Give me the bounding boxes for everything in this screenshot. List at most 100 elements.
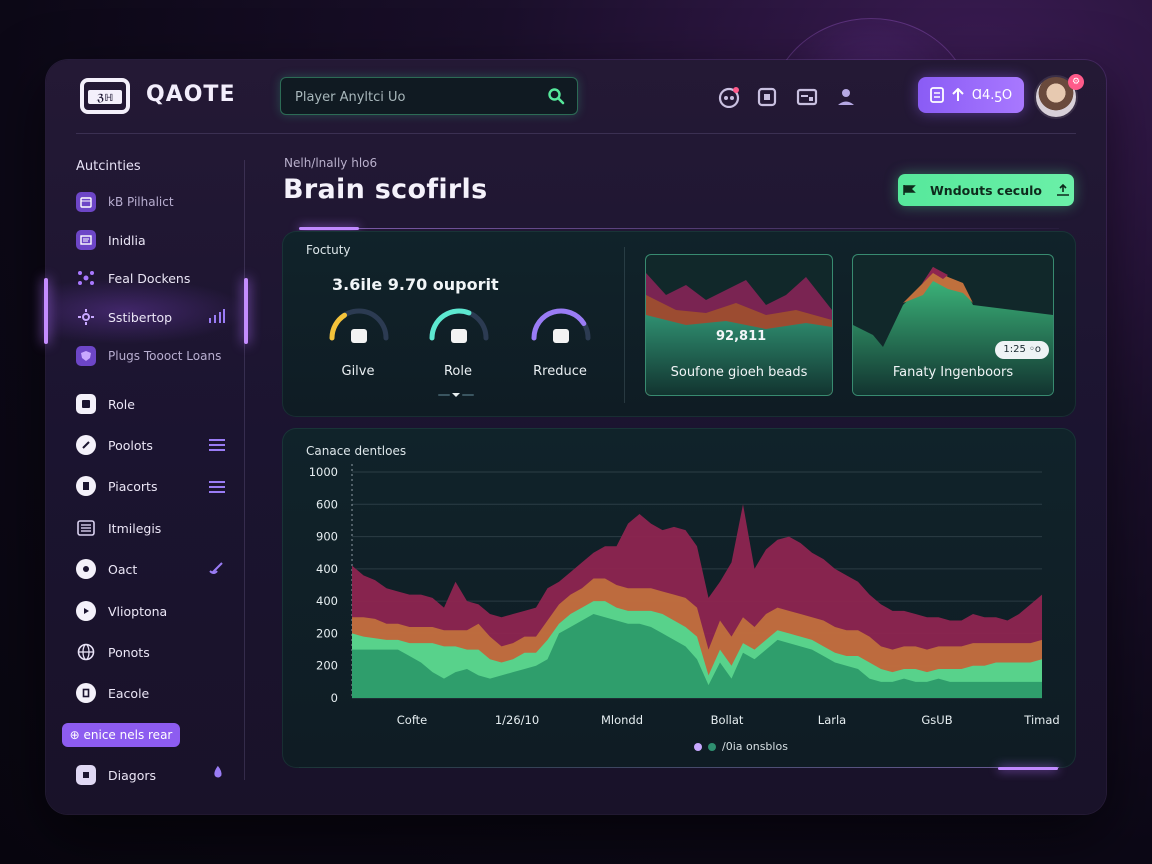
footer-accent	[998, 767, 1058, 770]
sidebar-item-role[interactable]: Role	[76, 394, 135, 414]
link-icon[interactable]	[208, 561, 226, 575]
gauge-reduce	[531, 308, 591, 343]
x-tick-label: Cofte	[397, 713, 428, 727]
search-icon[interactable]	[547, 87, 565, 105]
sidebar-pill-button[interactable]: ⊕ enice nels rear	[62, 723, 180, 747]
mini-card-right[interactable]: 1:25 ◦o Fanaty Ingenboors	[852, 254, 1054, 396]
gauge-icon	[553, 329, 569, 343]
sidebar-item-oact[interactable]: Oact	[76, 559, 137, 579]
sidebar-item-label: Inidlia	[108, 232, 146, 248]
document-icon	[76, 230, 96, 250]
y-tick-label: 400	[316, 562, 338, 576]
sidebar-item-ponots[interactable]: Ponots	[76, 642, 150, 662]
legend-dot	[694, 742, 702, 751]
primary-action-button[interactable]: Wndouts ceculo	[898, 174, 1074, 206]
sidebar-item-label: Vlioptona	[108, 603, 168, 619]
sidebar-item-piacorts[interactable]: Piacorts	[76, 476, 157, 496]
menu-icon[interactable]	[208, 438, 226, 452]
export-icon	[1056, 184, 1069, 196]
y-tick-label: 600	[316, 497, 338, 511]
summary-card: Foctuty 3.6ile 9.70 ouporit Gilve Role R…	[282, 231, 1076, 417]
gamepad-icon[interactable]	[718, 86, 740, 108]
mini-card-left[interactable]: 92,811 Soufone gioeh beads	[645, 254, 833, 396]
sidebar-item-label: Oact	[108, 561, 138, 577]
globe-icon	[76, 642, 96, 662]
sidebar-divider	[244, 160, 245, 780]
time-chip: 1:25 ◦o	[995, 341, 1049, 359]
gauge-icon	[451, 329, 467, 343]
title-divider	[299, 228, 1059, 229]
sidebar-title: Autcinties	[76, 159, 141, 174]
bar-chart-icon	[209, 309, 225, 323]
header-divider	[76, 133, 1076, 134]
sidebar-item-feal-dockens[interactable]: Feal Dockens	[76, 268, 190, 288]
sidebar-item-label: Diagors	[108, 767, 156, 783]
primary-action-label: Wndouts ceculo	[930, 182, 1042, 198]
tablet-icon[interactable]	[756, 86, 778, 108]
sidebar-item-label: Sstibertop	[108, 309, 173, 325]
search-box[interactable]	[280, 77, 578, 116]
e-icon	[76, 683, 96, 703]
user-icon[interactable]	[835, 86, 857, 108]
sidebar-item-vlioptona[interactable]: Vlioptona	[76, 601, 167, 621]
sidebar-item-label: Piacorts	[108, 478, 158, 494]
network-icon	[76, 268, 96, 288]
y-tick-label: 0	[331, 691, 338, 705]
sidebar-item-label: Ponots	[108, 644, 150, 660]
y-tick-label: 400	[316, 594, 338, 608]
logo-text: ℨℍ	[96, 93, 114, 104]
x-tick-label: Timad	[1023, 713, 1059, 727]
sidebar-item-kb[interactable]: kB Pilhalict	[76, 192, 174, 212]
box-icon	[76, 394, 96, 414]
brand-name: QAOTE	[146, 82, 236, 107]
sidebar-item-eacole[interactable]: Eacole	[76, 683, 149, 703]
drop-icon[interactable]	[208, 765, 226, 779]
gauge-label: Gilve	[341, 364, 375, 379]
carousel-dots[interactable]	[436, 391, 476, 399]
area-chart[interactable]: 0 200 200 400 400 900 600 1000 Cofte 1/26/10 Mlond…	[282, 428, 1076, 768]
sidebar-item-diagors[interactable]: Diagors	[76, 765, 156, 785]
balance-label: Ɑ4.ƽO	[971, 87, 1013, 103]
footer-divider	[299, 767, 1059, 768]
list-icon	[76, 518, 96, 538]
chat-icon	[76, 559, 96, 579]
receipt-icon	[929, 87, 944, 103]
sidebar-item-sstibertop[interactable]: Sstibertop	[76, 307, 172, 327]
y-tick-label: 1000	[309, 465, 338, 479]
y-tick-label: 900	[316, 530, 338, 544]
page-title: Brain scofirls	[283, 174, 488, 205]
sidebar-item-label: Poolots	[108, 437, 153, 453]
search-input[interactable]	[293, 78, 537, 116]
app-logo: ℨℍ	[80, 78, 130, 114]
gauge-fill	[329, 312, 348, 341]
balance-button[interactable]: Ɑ4.ƽO	[918, 77, 1024, 113]
bookmark-icon	[76, 476, 96, 496]
shield-icon	[76, 346, 96, 366]
sidebar-item-poolots[interactable]: Poolots	[76, 435, 153, 455]
mini-card-value: 92,811	[716, 329, 767, 344]
x-tick-label: Larla	[818, 713, 846, 727]
card-icon[interactable]	[796, 86, 818, 108]
x-tick-label: Mlondd	[601, 713, 643, 727]
sidebar-item-itmilegis[interactable]: Itmilegis	[76, 518, 161, 538]
gear-cluster-icon	[76, 307, 96, 327]
summary-label: Foctuty	[306, 243, 351, 257]
gauge-gilve	[329, 308, 389, 343]
chart-card: Canace dentloes 0 200 200 400 400 900 600 1000 C…	[282, 428, 1076, 768]
x-tick-label: 1/26/10	[495, 713, 539, 727]
calendar-icon	[76, 192, 96, 212]
gauge-role	[429, 308, 489, 343]
y-tick-label: 200	[316, 659, 338, 673]
flag-icon	[903, 185, 916, 195]
sidebar-item-label: kB Pilhalict	[108, 195, 174, 209]
breadcrumb[interactable]: Nelh/lnally hlo6	[284, 156, 377, 170]
app-window: ℨℍ QAOTE Ɑ4.ƽO ⚙	[42, 60, 1106, 814]
mini-card-label: Soufone gioeh beads	[670, 365, 808, 380]
sidebar-item-label: Role	[108, 396, 135, 412]
menu-icon[interactable]	[208, 480, 226, 494]
sidebar-item-plugs[interactable]: Plugs Toooct Loans	[76, 346, 221, 366]
mini-card-label: Fanaty Ingenboors	[892, 365, 1014, 380]
play-icon	[76, 601, 96, 621]
summary-divider	[624, 247, 625, 403]
sidebar-item-inidlia[interactable]: Inidlia	[76, 230, 146, 250]
